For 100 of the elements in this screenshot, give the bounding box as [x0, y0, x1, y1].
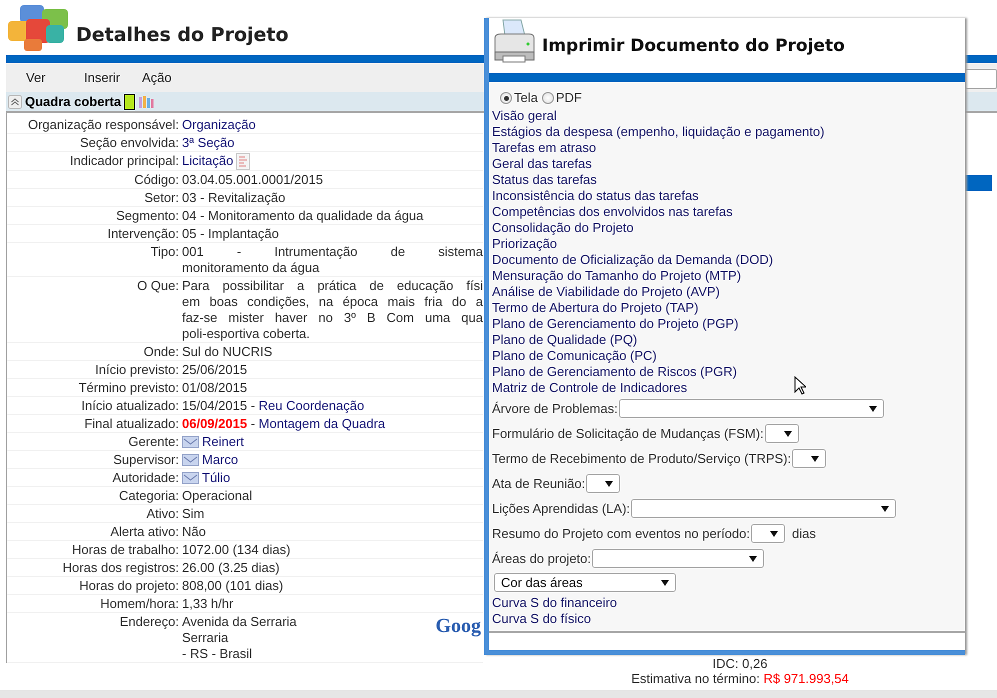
report-link[interactable]: Análise de Viabilidade do Projeto (AVP) — [492, 284, 965, 300]
field-value: 03.04.05.001.0001/2015 — [182, 172, 324, 188]
field-label: Ata de Reunião: — [492, 476, 586, 492]
field-value: 1072.00 (134 dias) — [182, 542, 292, 558]
field-label: Categoria: — [118, 488, 180, 504]
report-link[interactable]: Plano de Gerenciamento do Projeto (PGP) — [492, 316, 965, 332]
radio-button[interactable] — [500, 92, 512, 104]
report-link[interactable]: Geral das tarefas — [492, 156, 965, 172]
field-link[interactable]: Licitação — [182, 153, 234, 169]
field-label: Intervenção: — [106, 226, 180, 242]
caret-icon — [868, 406, 877, 412]
field-label: Áreas do projeto: — [492, 550, 592, 566]
field-link[interactable]: Organização — [182, 116, 256, 132]
field-label: Tipo: — [150, 244, 180, 261]
radio-button[interactable] — [542, 92, 554, 104]
field-label: Alerta ativo: — [109, 524, 180, 540]
report-link[interactable]: Status das tarefas — [492, 172, 965, 188]
field-value: 1,33 h/hr — [182, 596, 234, 612]
field-value: 808,00 (101 dias) — [182, 578, 284, 594]
report-link[interactable]: Documento de Oficialização da Demanda (DOD) — [492, 252, 965, 268]
report-link[interactable]: Consolidação do Projeto — [492, 220, 965, 236]
field-value: Operacional — [182, 488, 254, 504]
report-link[interactable]: Matriz de Controle de Indicadores — [492, 380, 965, 396]
caret-icon — [605, 480, 614, 486]
field-text-line: faz-se mister haver no 3º B Com uma qua — [182, 310, 483, 326]
field-value: Sul do NUCRIS — [182, 344, 274, 360]
field-link[interactable]: 3ª Seção — [182, 134, 235, 150]
menu-item[interactable]: Inserir — [84, 70, 142, 85]
field-label: Onde: — [142, 344, 180, 360]
field-label: Horas dos registros: — [62, 560, 180, 576]
field-text-line: em boas condições, na época mais fria do a — [182, 294, 483, 310]
field-label: Organização responsável: — [26, 116, 180, 132]
report-link[interactable]: Tarefas em atraso — [492, 140, 965, 156]
field-value: 26.00 (3.25 dias) — [182, 560, 281, 576]
envelope-icon[interactable] — [182, 454, 199, 466]
report-link[interactable]: Plano de Comunicação (PC) — [492, 348, 965, 364]
field-label: Autoridade: — [112, 470, 180, 486]
section-title: Quadra coberta — [25, 94, 122, 109]
person-link[interactable]: Marco — [202, 452, 238, 468]
dropdown[interactable] — [965, 69, 997, 89]
field-label: Código: — [133, 172, 180, 188]
select-field[interactable] — [618, 399, 884, 418]
field-label: Homem/hora: — [99, 596, 180, 612]
field-text-line: 001 - Intrumentação de sistema — [182, 244, 483, 260]
caret-icon — [770, 530, 778, 536]
caret-icon — [784, 430, 792, 436]
field-label: Ativo: — [145, 506, 180, 522]
envelope-icon[interactable] — [182, 436, 199, 448]
select-field[interactable] — [586, 474, 620, 493]
field-label: Termo de Recebimento de Produto/Serviço (TRPS): — [492, 450, 792, 466]
chart-link[interactable]: Curva S do físico — [492, 611, 965, 627]
field-label: Segmento: — [115, 208, 180, 224]
report-link[interactable]: Plano de Qualidade (PQ) — [492, 332, 965, 348]
report-link[interactable]: Inconsistência do status das tarefas — [492, 188, 965, 204]
panel-header — [962, 175, 992, 191]
caret-icon — [661, 580, 669, 586]
address-line: Serraria — [182, 630, 230, 646]
field-label: Árvore de Problemas: — [492, 400, 618, 416]
menu-item[interactable]: Ação — [142, 70, 200, 85]
select-field[interactable] — [631, 499, 896, 518]
field-value: 06/09/2015 - Montagem da Quadra — [182, 416, 386, 432]
person-link[interactable]: Túlio — [202, 470, 230, 486]
select-field[interactable] — [750, 524, 785, 543]
estimate-value: R$ 971.993,54 — [763, 671, 849, 686]
field-label: Formulário de Solicitação de Mudanças (FSM): — [492, 426, 764, 442]
idc-label: IDC: — [712, 656, 739, 671]
chart-link[interactable]: Curva S do financeiro — [492, 595, 965, 611]
person-link[interactable]: Reinert — [202, 434, 244, 450]
field-label: Setor: — [143, 190, 180, 206]
caret-icon — [749, 556, 758, 562]
field-label: O Que: — [136, 278, 180, 294]
field-text-line: monitoramento da água — [182, 260, 320, 276]
collapse-icon[interactable] — [8, 94, 22, 108]
field-value: 15/04/2015 - Reu Coordenação — [182, 398, 366, 414]
report-link[interactable]: Plano de Gerenciamento de Riscos (PGR) — [492, 364, 965, 380]
report-link[interactable]: Mensuração do Tamanho do Projeto (MTP) — [492, 268, 965, 284]
radio-label: PDF — [556, 90, 582, 106]
radio-label: Tela — [514, 90, 538, 106]
report-link[interactable]: Estágios da despesa (empenho, liquidação e pagamento) — [492, 124, 965, 140]
address-line: - RS - Brasil — [182, 646, 254, 662]
field-label: Supervisor: — [112, 452, 180, 468]
field-value: 03 - Revitalização — [182, 190, 286, 206]
menu-item[interactable]: Ver — [26, 70, 84, 85]
bars-icon[interactable] — [138, 94, 154, 108]
report-link[interactable]: Visão geral — [492, 108, 965, 124]
select-field[interactable] — [792, 449, 826, 468]
field-label: Término previsto: — [78, 380, 180, 396]
report-link[interactable]: Priorização — [492, 236, 965, 252]
idc-value: 0,26 — [742, 656, 768, 671]
page-title: Detalhes do Projeto — [76, 24, 289, 46]
field-value: 05 - Implantação — [182, 226, 280, 242]
report-link[interactable]: Competências dos envolvidos nas tarefas — [492, 204, 965, 220]
select-field[interactable]: Cor das áreas — [494, 573, 676, 592]
field-text-line: Para possibilitar a prática de educação físi — [182, 278, 483, 294]
envelope-icon[interactable] — [182, 472, 199, 484]
field-label: Início previsto: — [94, 362, 180, 378]
document-icon[interactable] — [236, 152, 250, 170]
select-field[interactable] — [764, 424, 799, 443]
select-field[interactable] — [592, 549, 764, 568]
report-link[interactable]: Termo de Abertura do Projeto (TAP) — [492, 300, 965, 316]
